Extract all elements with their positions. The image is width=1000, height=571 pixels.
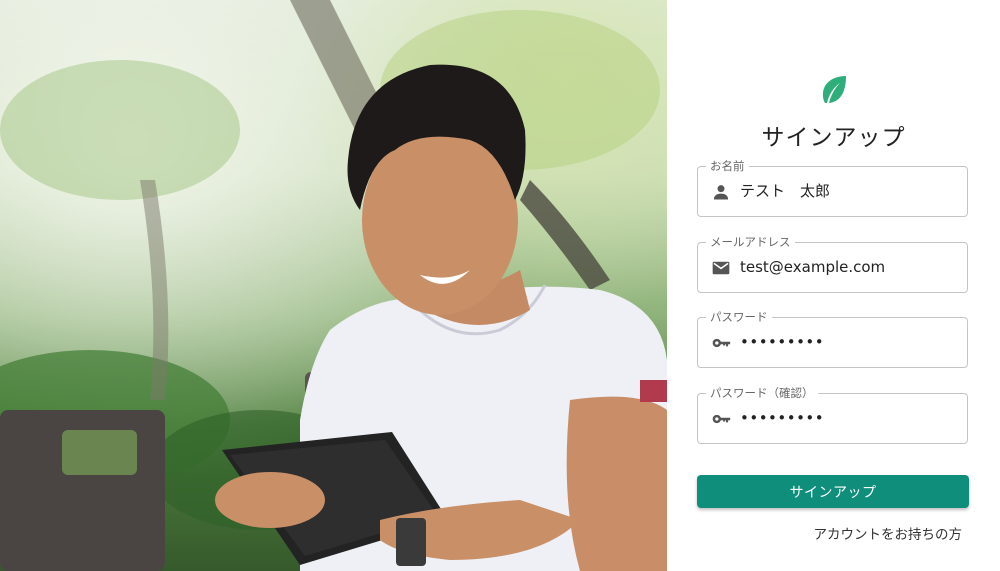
hero-illustration (0, 0, 667, 571)
key-icon (712, 414, 731, 424)
mail-icon (712, 261, 730, 275)
leaf-icon (822, 76, 846, 103)
page-title: サインアップ (761, 125, 906, 151)
name-field[interactable]: お名前 テスト 太郎 (697, 158, 968, 217)
hero-photo (0, 0, 667, 571)
email-field-value: test@example.com (740, 258, 886, 276)
person-icon (713, 185, 729, 200)
signup-panel: サインアップ お名前 テスト 太郎 メールアドレス test@example.c… (667, 0, 1000, 571)
key-icon (712, 338, 731, 348)
password-confirm-field-value: ••••••••• (740, 409, 825, 427)
password-field-value: ••••••••• (740, 333, 825, 351)
password-field[interactable]: パスワード ••••••••• (697, 309, 968, 368)
email-field[interactable]: メールアドレス test@example.com (697, 234, 968, 293)
name-field-value: テスト 太郎 (740, 182, 831, 200)
signup-button[interactable]: サインアップ (697, 475, 969, 508)
login-link[interactable]: アカウントをお持ちの方 (814, 523, 963, 543)
password-confirm-field[interactable]: パスワード（確認） ••••••••• (697, 385, 968, 444)
